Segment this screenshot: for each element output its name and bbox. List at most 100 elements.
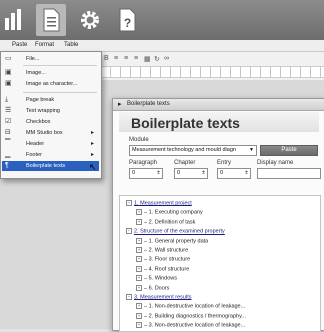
expand-icon[interactable]: + — [136, 284, 142, 291]
help-icon[interactable]: ? — [112, 4, 142, 36]
stepper-icon[interactable]: ± — [245, 169, 248, 178]
expand-icon[interactable]: + — [136, 237, 142, 244]
expand-icon[interactable]: + — [136, 256, 142, 263]
refresh-icon[interactable]: ↻ — [154, 55, 160, 63]
tree-item[interactable]: + – 6. Doors — [136, 284, 169, 291]
menu-item-label: Text wrapping — [26, 108, 60, 114]
menu-item-image[interactable]: ▣ Image... — [2, 68, 99, 78]
menu-format[interactable]: Format — [35, 42, 54, 48]
menu-item-label: File... — [26, 56, 40, 62]
entry-label: Entry — [217, 160, 232, 166]
stepper-icon[interactable]: ± — [157, 169, 160, 178]
tree-item[interactable]: + – 3. Floor structure — [136, 256, 191, 263]
expand-icon[interactable]: + — [136, 322, 142, 329]
boilerplate-dialog: ▸ Boilerplate texts Boilerplate texts Mo… — [112, 98, 324, 332]
submenu-arrow-icon: ▸ — [90, 141, 94, 147]
checkbox-icon: ☑ — [5, 118, 12, 125]
boilerplate-icon: ¶ — [5, 162, 9, 169]
dialog-titlebar[interactable]: ▸ Boilerplate texts — [113, 99, 324, 111]
tree-label: 3. Non-destructive location of leakage..… — [148, 322, 246, 329]
module-select[interactable]: Measurement technology and mould diagn ▼ — [129, 145, 257, 156]
insert-menu: ▭ File... ▣ Image... ▣ Image as character... ⤓… — [0, 51, 102, 179]
tree-label: 3. Floor structure — [148, 256, 191, 263]
align-right-icon[interactable]: ≡ — [134, 55, 138, 62]
tree-label: 1. General property data — [148, 238, 209, 245]
tree-label: 2. Structure of the examined property — [134, 228, 225, 235]
menu-item-label: Header — [26, 141, 45, 147]
expand-icon[interactable]: + — [136, 303, 142, 310]
expand-icon[interactable]: + — [136, 265, 142, 272]
menu-item-footer[interactable]: ▁ Footer ▸ — [2, 150, 99, 160]
align-center-icon[interactable]: ≡ — [124, 55, 128, 62]
menu-item-boilerplate-texts[interactable]: ¶ Boilerplate texts — [2, 161, 99, 171]
gear-icon[interactable] — [75, 4, 105, 36]
dialog-heading: Boilerplate texts — [131, 115, 240, 131]
expand-icon[interactable]: + — [136, 247, 142, 253]
tree-item[interactable]: + – 2. Wall structure — [136, 247, 188, 253]
menu-item-image-as-character[interactable]: ▣ Image as character... — [2, 79, 99, 89]
menu-item-page-break[interactable]: ⤓ Page break — [2, 95, 99, 105]
menu-item-checkbox[interactable]: ☑ Checkbox — [2, 117, 99, 127]
menu-separator — [23, 92, 97, 93]
tree-section[interactable]: −3. Measurement results — [126, 294, 191, 300]
svg-text:?: ? — [124, 16, 131, 30]
tree-item[interactable]: + – 3. Non-destructive location of leakag… — [136, 322, 246, 329]
tree-label: 2. Definition of task — [148, 219, 196, 226]
menu-item-file[interactable]: ▭ File... — [2, 54, 99, 64]
tree-item[interactable]: + – 1. General property data — [136, 237, 209, 245]
menu-item-label: Boilerplate texts — [26, 163, 66, 169]
tree-section[interactable]: −1. Measurement project — [126, 200, 192, 206]
table-icon[interactable]: ▦ — [144, 55, 151, 63]
menu-item-text-wrapping[interactable]: ☰ Text wrapping — [2, 106, 99, 116]
display-name-input[interactable] — [257, 168, 321, 179]
menu-item-label: Checkbox — [26, 119, 51, 125]
stepper-icon[interactable]: ± — [202, 169, 205, 178]
tree-label: 2. Wall structure — [148, 247, 189, 254]
menu-table[interactable]: Table — [64, 42, 78, 48]
tree-item[interactable]: + – 4. Roof structure — [136, 265, 189, 272]
dialog-app-icon: ▸ — [118, 101, 122, 108]
paragraph-stepper[interactable]: 0 ± — [129, 168, 163, 179]
tree-label: 1. Measurement project — [134, 200, 192, 207]
image-icon: ▣ — [5, 69, 12, 76]
entry-stepper[interactable]: 0 ± — [217, 168, 251, 179]
expand-icon[interactable]: + — [136, 312, 142, 319]
chapter-stepper[interactable]: 0 ± — [174, 168, 208, 179]
collapse-icon[interactable]: − — [126, 200, 132, 206]
align-left-icon[interactable]: ≡ — [114, 55, 118, 62]
page-break-icon: ⤓ — [5, 96, 9, 103]
menu-paste[interactable]: Paste — [12, 42, 27, 48]
boilerplate-tree: −1. Measurement project + – 1. Executing c… — [119, 195, 321, 332]
tree-item[interactable]: + – 5. Windows — [136, 275, 177, 282]
document-icon[interactable] — [36, 4, 66, 36]
tree-item[interactable]: + – 2. Definition of task — [136, 218, 196, 226]
top-toolbar: ? — [0, 0, 324, 40]
collapse-icon[interactable]: − — [126, 228, 132, 235]
tree-item[interactable]: + – 1. Non-destructive location of leakag… — [136, 303, 245, 310]
collapse-icon[interactable]: − — [126, 294, 132, 300]
chapter-label: Chapter — [174, 160, 196, 166]
ruler — [100, 66, 324, 78]
dialog-heading-panel: Boilerplate texts — [119, 112, 319, 132]
menu-item-mm-studio-box[interactable]: ⊟ MM Studio box ▸ — [2, 128, 99, 138]
menu-item-header[interactable]: ▔ Header ▸ — [2, 139, 99, 149]
expand-icon[interactable]: + — [136, 275, 142, 282]
expand-icon[interactable]: + — [136, 209, 142, 216]
chart-icon[interactable] — [2, 4, 32, 36]
footer-icon: ▁ — [5, 151, 11, 158]
menu-item-label: Image... — [26, 70, 46, 76]
menu-item-label: Image as character... — [26, 81, 78, 87]
bold-icon[interactable]: B — [104, 55, 109, 62]
tree-section[interactable]: −2. Structure of the examined property — [126, 228, 225, 235]
expand-icon[interactable]: + — [136, 218, 142, 225]
text-wrap-icon: ☰ — [5, 107, 12, 114]
chevron-down-icon: ▼ — [249, 147, 254, 153]
header-icon: ▔ — [5, 140, 11, 147]
tree-item[interactable]: + – 1. Executing company — [136, 209, 203, 216]
mouse-cursor-icon: ↖ — [89, 162, 97, 172]
tree-item[interactable]: + – 2. Building diagnostics / thermograph… — [136, 312, 246, 319]
image-character-icon: ▣ — [5, 80, 12, 87]
file-icon: ▭ — [5, 55, 12, 62]
link-icon[interactable]: ∞ — [164, 55, 169, 62]
paste-button[interactable]: Paste — [260, 145, 318, 156]
